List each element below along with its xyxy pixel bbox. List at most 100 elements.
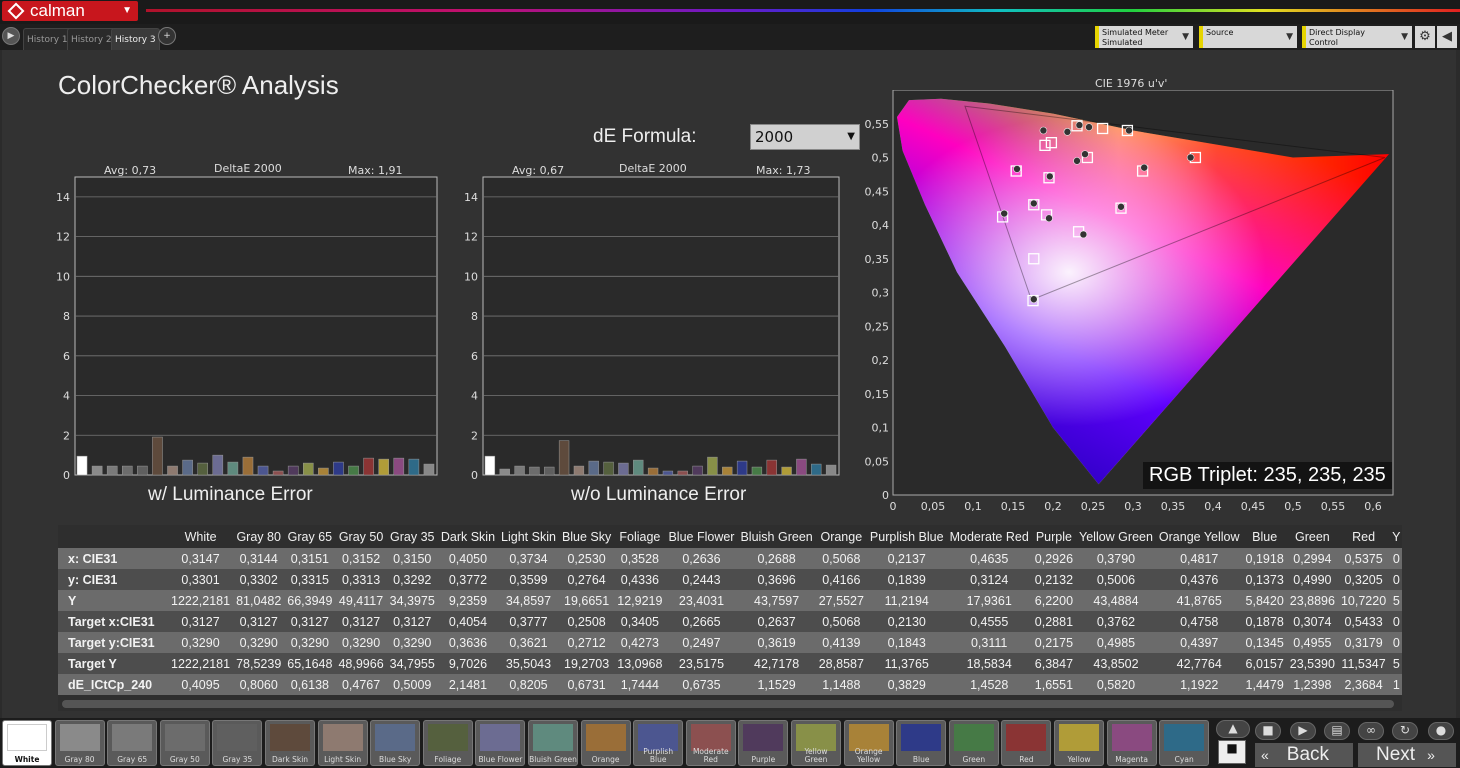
table-cell: 0,3150 xyxy=(386,548,438,569)
column-header[interactable]: Yellow Green xyxy=(1076,525,1156,548)
deltae-with-luminance-chart: 0 2 4 6 8 10 12 14 xyxy=(56,176,438,480)
next-button[interactable]: Next » xyxy=(1358,743,1456,767)
formula-select[interactable]: 2000 ▼ xyxy=(750,124,860,150)
column-header[interactable]: Dark Skin xyxy=(438,525,498,548)
column-header[interactable]: Blue Flower xyxy=(665,525,737,548)
column-header[interactable]: Purplish Blue xyxy=(867,525,947,548)
table-cell: 0,3147 xyxy=(168,548,234,569)
bar xyxy=(76,455,88,476)
column-header[interactable]: Gray 35 xyxy=(387,525,438,548)
swatch-green[interactable]: Green xyxy=(948,720,999,766)
swatch-light-skin[interactable]: Light Skin xyxy=(317,720,368,766)
table-cell: 42,7764 xyxy=(1155,653,1243,674)
swatch-blue[interactable]: Blue xyxy=(896,720,947,766)
table-cell: 0,4635 xyxy=(946,548,1032,569)
refresh-icon[interactable]: ↻ xyxy=(1392,722,1418,740)
column-header[interactable]: Orange xyxy=(816,525,867,548)
swatch-magenta[interactable]: Magenta xyxy=(1106,720,1157,766)
bar xyxy=(662,470,674,476)
measured-point xyxy=(1045,214,1053,223)
play-icon[interactable]: ▶ xyxy=(2,27,20,45)
swatch-orange-yellow[interactable]: Orange Yellow xyxy=(843,720,894,766)
loop-icon[interactable]: ∞ xyxy=(1358,722,1384,740)
swatch-red[interactable]: Red xyxy=(1001,720,1052,766)
horizontal-scrollbar[interactable] xyxy=(62,700,1394,708)
swatch-cyan[interactable]: Cyan xyxy=(1159,720,1210,766)
column-header[interactable]: Orange Yellow xyxy=(1156,525,1243,548)
column-header[interactable]: Foliage xyxy=(614,525,665,548)
swatch-gray-35[interactable]: Gray 35 xyxy=(212,720,263,766)
column-header[interactable]: Light Skin xyxy=(498,525,559,548)
stop-button[interactable]: ■ xyxy=(1218,740,1246,764)
swatch-dark-skin[interactable]: Dark Skin xyxy=(265,720,315,766)
table-cell: 0,4397 xyxy=(1155,632,1243,653)
display-control-dropdown[interactable]: Direct Display Control ▼ xyxy=(1302,26,1412,48)
column-header[interactable]: Gray 80 xyxy=(233,525,284,548)
table-cell: 6,3847 xyxy=(1031,653,1077,674)
swatch-orange[interactable]: Orange xyxy=(580,720,631,766)
swatch-color xyxy=(1059,724,1099,751)
bar xyxy=(423,463,435,476)
table-cell: 48,9966 xyxy=(335,653,387,674)
column-header[interactable]: Blue Sky xyxy=(559,525,614,548)
table-cell: 43,7597 xyxy=(737,590,816,611)
table-cell: 0,3315 xyxy=(284,569,336,590)
stop-icon[interactable]: ■ xyxy=(1255,722,1281,740)
table-cell: 28,8587 xyxy=(815,653,867,674)
tab-history-1[interactable]: History 1 xyxy=(23,28,72,50)
column-header[interactable]: Y xyxy=(1389,525,1402,548)
swatch-foliage[interactable]: Foliage xyxy=(422,720,473,766)
table-cell: 0,3152 xyxy=(335,548,387,569)
collapse-icon[interactable]: ◀ xyxy=(1437,26,1457,48)
column-header[interactable]: Blue xyxy=(1243,525,1287,548)
swatch-label: Gray 65 xyxy=(117,755,148,764)
x-tick-label: 0,1 xyxy=(964,500,982,513)
table-cell: 35,5043 xyxy=(498,653,559,674)
bar xyxy=(348,465,359,476)
column-header[interactable]: White xyxy=(168,525,233,548)
record-icon[interactable]: ● xyxy=(1428,722,1454,740)
measured-point xyxy=(1186,153,1195,162)
column-header[interactable]: Gray 65 xyxy=(284,525,335,548)
gear-icon[interactable]: ⚙ xyxy=(1415,26,1435,48)
swatch-moderate-red[interactable]: Moderate Red xyxy=(685,720,736,766)
swatch-gray-65[interactable]: Gray 65 xyxy=(107,720,158,766)
swatch-gray-50[interactable]: Gray 50 xyxy=(159,720,210,766)
column-header[interactable]: Moderate Red xyxy=(947,525,1032,548)
swatch-color xyxy=(585,724,626,751)
table-cell: 0,3762 xyxy=(1076,611,1156,632)
meter-dropdown[interactable]: Simulated Meter Simulated ▼ xyxy=(1095,26,1193,48)
swatch-purplish-blue[interactable]: Purplish Blue xyxy=(633,720,684,766)
bar xyxy=(558,440,570,476)
swatch-blue-flower[interactable]: Blue Flower xyxy=(475,720,526,766)
swatch-white[interactable]: White xyxy=(2,720,52,766)
save-icon[interactable]: ▤ xyxy=(1324,722,1350,740)
table-cell: 0 xyxy=(1389,611,1402,632)
x-tick-label: 0,45 xyxy=(1241,500,1266,513)
table-cell: 23,5390 xyxy=(1286,653,1338,674)
y-tick-label: 0,55 xyxy=(865,118,890,131)
calman-logo[interactable]: calman ▼ xyxy=(2,1,138,21)
y-tick-label: 0 xyxy=(471,469,478,480)
chevron-down-icon: ▼ xyxy=(1401,32,1408,42)
add-tab-icon[interactable]: + xyxy=(158,27,176,45)
swatch-yellow[interactable]: Yellow xyxy=(1054,720,1104,766)
play-icon[interactable]: ▶ xyxy=(1290,722,1316,740)
column-header[interactable]: Red xyxy=(1338,525,1389,548)
tab-history-2[interactable]: History 2 xyxy=(67,28,116,50)
source-dropdown[interactable]: Source ▼ xyxy=(1199,26,1297,48)
back-button[interactable]: « Back xyxy=(1255,743,1353,767)
column-header[interactable]: Purple xyxy=(1032,525,1076,548)
swatch-blue-sky[interactable]: Blue Sky xyxy=(370,720,421,766)
table-cell: 0,3127 xyxy=(233,611,285,632)
column-header[interactable]: Gray 50 xyxy=(335,525,386,548)
swatch-purple[interactable]: Purple xyxy=(738,720,789,766)
tab-history-3[interactable]: History 3 xyxy=(111,28,160,50)
swatch-yellow-green[interactable]: Yellow Green xyxy=(791,720,841,766)
scroll-up-icon[interactable]: ▲ xyxy=(1216,720,1250,738)
swatch-bluish-green[interactable]: Bluish Green xyxy=(528,720,578,766)
swatch-gray-80[interactable]: Gray 80 xyxy=(54,720,105,766)
bar xyxy=(707,456,718,476)
column-header[interactable]: Green xyxy=(1287,525,1338,548)
column-header[interactable]: Bluish Green xyxy=(737,525,815,548)
